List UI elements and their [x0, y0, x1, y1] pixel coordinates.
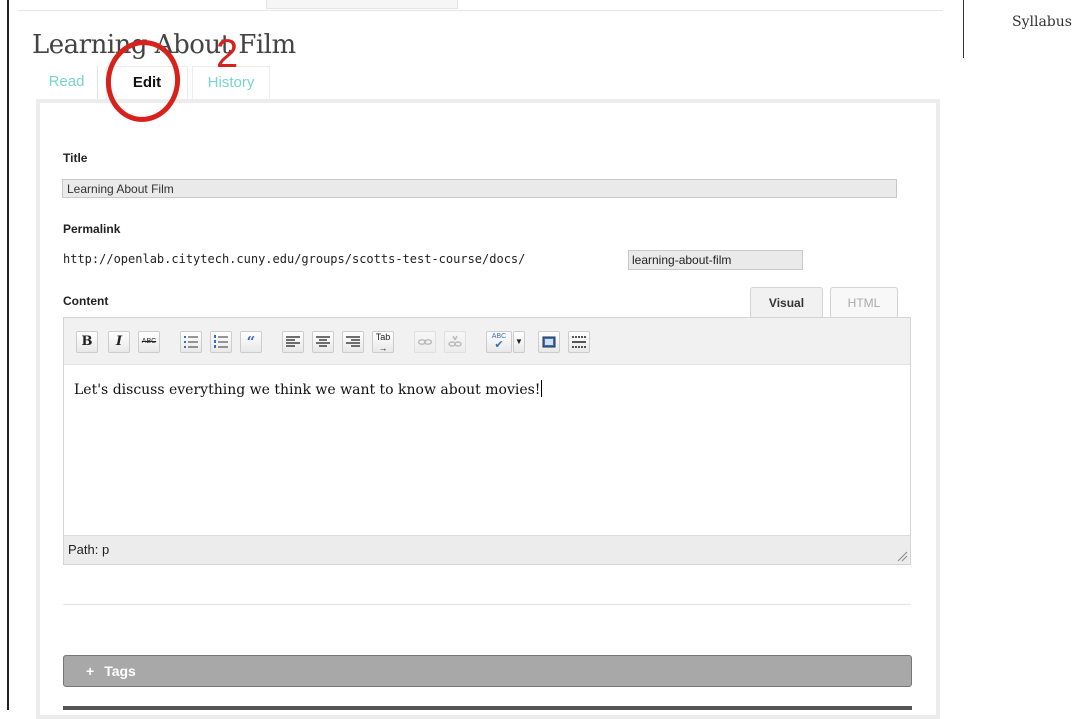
top-strip	[18, 0, 943, 11]
tags-label: Tags	[104, 663, 136, 679]
text-caret	[541, 380, 543, 397]
blockquote-icon[interactable]: “	[240, 331, 262, 353]
fullscreen-icon[interactable]	[538, 331, 560, 353]
window-left-border	[7, 0, 9, 710]
next-section-edge	[63, 706, 912, 710]
numbered-list-icon[interactable]	[210, 331, 232, 353]
strikethrough-icon[interactable]: ABC	[138, 331, 160, 353]
align-right-icon[interactable]	[342, 331, 364, 353]
kitchen-sink-icon[interactable]	[568, 331, 590, 353]
plus-icon: +	[86, 663, 95, 679]
italic-icon[interactable]: I	[108, 331, 130, 353]
resize-grip-icon[interactable]	[896, 550, 908, 562]
editor-text: Let's discuss everything we think we wan…	[74, 382, 541, 398]
content-editor: B I ABC “ Tab → ABC ✔ ▼ Let's discuss ev…	[63, 317, 911, 565]
align-left-icon[interactable]	[282, 331, 304, 353]
path-indicator: Path: p	[68, 542, 110, 557]
bold-icon[interactable]: B	[76, 331, 98, 353]
tab-icon[interactable]: Tab →	[372, 331, 394, 353]
editor-tab-visual[interactable]: Visual	[750, 287, 823, 318]
bullet-list-icon[interactable]	[180, 331, 202, 353]
editor-tab-html[interactable]: HTML	[830, 287, 898, 318]
permalink-base-url: http://openlab.citytech.cuny.edu/groups/…	[63, 252, 526, 266]
editor-statusbar: Path: p	[64, 535, 910, 564]
spellcheck-icon[interactable]: ABC ✔	[486, 331, 512, 353]
section-separator	[63, 604, 911, 605]
title-label: Title	[63, 151, 88, 165]
content-label: Content	[63, 294, 109, 308]
editor-body[interactable]: Let's discuss everything we think we wan…	[74, 380, 543, 398]
tags-toggle[interactable]: + Tags	[63, 655, 912, 687]
permalink-label: Permalink	[63, 222, 121, 236]
sidebar-link-syllabus[interactable]: Syllabus	[1012, 14, 1072, 30]
annotation-number: 2	[216, 32, 239, 76]
spellcheck-dropdown-icon[interactable]: ▼	[513, 331, 525, 353]
title-field[interactable]	[62, 179, 897, 198]
top-strip-notch	[266, 0, 458, 9]
sidebar-divider	[963, 0, 964, 58]
align-center-icon[interactable]	[312, 331, 334, 353]
unlink-icon[interactable]	[444, 331, 466, 353]
tab-read[interactable]: Read	[36, 66, 98, 100]
permalink-slug-field[interactable]	[628, 250, 803, 270]
editor-toolbar: B I ABC “ Tab → ABC ✔ ▼	[64, 318, 910, 365]
tab-icon-label: Tab	[375, 332, 391, 342]
link-icon[interactable]	[414, 331, 436, 353]
